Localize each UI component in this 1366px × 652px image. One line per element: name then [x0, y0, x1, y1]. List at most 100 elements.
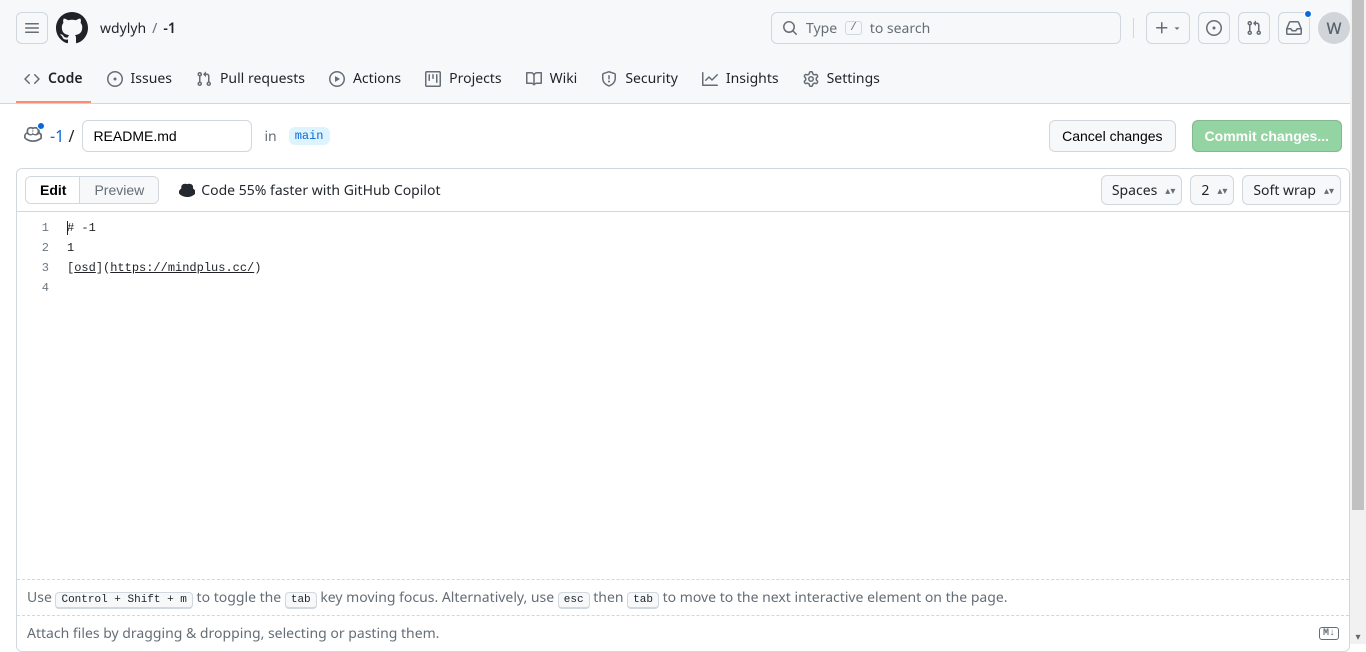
nav-label: Security: [625, 69, 678, 88]
nav-wiki[interactable]: Wiki: [518, 57, 586, 103]
hint-text: to toggle the: [197, 588, 285, 607]
nav-pull-requests[interactable]: Pull requests: [188, 57, 313, 103]
in-label: in: [264, 127, 276, 146]
code-icon: [24, 71, 40, 87]
nav-label: Insights: [726, 69, 779, 88]
nav-actions[interactable]: Actions: [321, 57, 409, 103]
markdown-icon[interactable]: M↓: [1319, 627, 1339, 640]
nav-insights[interactable]: Insights: [694, 57, 787, 103]
updown-icon: ▴▾: [1217, 185, 1227, 195]
code-line: 1: [67, 238, 261, 258]
kbd: tab: [627, 592, 659, 609]
nav-label: Pull requests: [220, 69, 305, 88]
branch-pill[interactable]: main: [289, 127, 330, 145]
copilot-promo-text: Code 55% faster with GitHub Copilot: [201, 181, 440, 200]
line-number: 4: [17, 278, 49, 298]
graph-icon: [702, 71, 718, 87]
avatar-initial: W: [1326, 17, 1341, 39]
path-root-link[interactable]: -1: [50, 125, 64, 147]
wrap-mode-value: Soft wrap: [1253, 181, 1316, 200]
tab-edit[interactable]: Edit: [26, 177, 80, 203]
code-line: # -1: [67, 218, 261, 238]
nav-label: Code: [48, 69, 83, 88]
notifications-button[interactable]: [1278, 12, 1310, 44]
indent-size-select[interactable]: 2 ▴▾: [1190, 175, 1234, 205]
nav-settings[interactable]: Settings: [795, 57, 888, 103]
play-icon: [329, 71, 345, 87]
cancel-changes-button[interactable]: Cancel changes: [1049, 120, 1175, 152]
gear-icon: [803, 71, 819, 87]
nav-security[interactable]: Security: [593, 57, 686, 103]
indent-mode-select[interactable]: Spaces ▴▾: [1101, 175, 1182, 205]
repo-nav: Code Issues Pull requests Actions Projec…: [0, 56, 1366, 104]
copilot-small-icon: [179, 182, 195, 198]
search-input[interactable]: Type / to search: [771, 12, 1121, 44]
code-editor[interactable]: 1 2 3 4 # -1 1 [osd](https://mindplus.cc…: [17, 212, 1349, 579]
tab-preview[interactable]: Preview: [80, 177, 158, 203]
path-separator: /: [68, 125, 74, 147]
attach-hint-bar[interactable]: Attach files by dragging & dropping, sel…: [17, 615, 1349, 651]
file-path: -1 /: [50, 125, 74, 147]
updown-icon: ▴▾: [1324, 185, 1334, 195]
issue-opened-icon: [1206, 20, 1222, 36]
updown-icon: ▴▾: [1165, 185, 1175, 195]
indent-size-value: 2: [1201, 181, 1209, 200]
git-pull-request-icon: [1246, 20, 1262, 36]
nav-label: Wiki: [550, 69, 578, 88]
book-icon: [526, 71, 542, 87]
file-edit-subheader: -1 / in main Cancel changes Commit chang…: [0, 104, 1366, 168]
scrollbar-down-arrow-icon[interactable]: ▾: [1350, 628, 1366, 644]
issues-button[interactable]: [1198, 12, 1230, 44]
line-number: 1: [17, 218, 49, 238]
header-divider: [1133, 18, 1134, 38]
inbox-icon: [1286, 20, 1302, 36]
hint-text: then: [593, 588, 627, 607]
nav-code[interactable]: Code: [16, 57, 91, 103]
scrollbar-thumb[interactable]: [1352, 0, 1364, 510]
keyboard-hint: Use Control + Shift + m to toggle the ta…: [17, 579, 1349, 615]
hint-text: to move to the next interactive element …: [663, 588, 1008, 607]
code-line: [osd](https://mindplus.cc/): [67, 258, 261, 278]
header-breadcrumbs: wdylyh / -1: [100, 19, 176, 38]
nav-projects[interactable]: Projects: [417, 57, 509, 103]
breadcrumb-owner[interactable]: wdylyh: [100, 19, 146, 38]
breadcrumb-repo[interactable]: -1: [163, 19, 176, 38]
kbd: esc: [558, 592, 590, 609]
code-content[interactable]: # -1 1 [osd](https://mindplus.cc/): [67, 212, 261, 579]
attach-hint-text: Attach files by dragging & dropping, sel…: [27, 624, 439, 643]
search-placeholder-suffix: to search: [870, 19, 931, 38]
filename-input[interactable]: [82, 120, 252, 152]
search-icon: [782, 20, 798, 36]
copilot-dot-icon: [37, 122, 45, 130]
nav-issues[interactable]: Issues: [99, 57, 180, 103]
search-placeholder-prefix: Type: [806, 19, 837, 38]
kbd: Control + Shift + m: [55, 592, 192, 609]
commit-changes-button[interactable]: Commit changes...: [1192, 120, 1342, 152]
code-line: [67, 278, 261, 298]
nav-label: Issues: [131, 69, 172, 88]
hamburger-button[interactable]: [16, 12, 48, 44]
editor-tabs: Edit Preview: [25, 176, 159, 204]
wrap-mode-select[interactable]: Soft wrap ▴▾: [1242, 175, 1341, 205]
search-slash-key: /: [845, 21, 862, 35]
app-header: wdylyh / -1 Type / to search W: [0, 0, 1366, 56]
line-gutter: 1 2 3 4: [17, 212, 67, 579]
user-avatar[interactable]: W: [1318, 12, 1350, 44]
copilot-button[interactable]: [24, 125, 42, 148]
triangle-down-icon: [1172, 23, 1182, 33]
copilot-promo[interactable]: Code 55% faster with GitHub Copilot: [179, 181, 440, 200]
github-logo-link[interactable]: [56, 12, 88, 44]
nav-label: Actions: [353, 69, 401, 88]
pull-requests-button[interactable]: [1238, 12, 1270, 44]
kbd: tab: [285, 592, 317, 609]
page-scrollbar[interactable]: ▾: [1350, 0, 1366, 644]
plus-icon: [1154, 20, 1170, 36]
project-icon: [425, 71, 441, 87]
create-new-button[interactable]: [1146, 12, 1190, 44]
line-number: 3: [17, 258, 49, 278]
issue-icon: [107, 71, 123, 87]
indent-mode-value: Spaces: [1112, 181, 1157, 200]
hint-text: key moving focus. Alternatively, use: [320, 588, 557, 607]
editor-toolbar: Edit Preview Code 55% faster with GitHub…: [17, 169, 1349, 212]
shield-icon: [601, 71, 617, 87]
